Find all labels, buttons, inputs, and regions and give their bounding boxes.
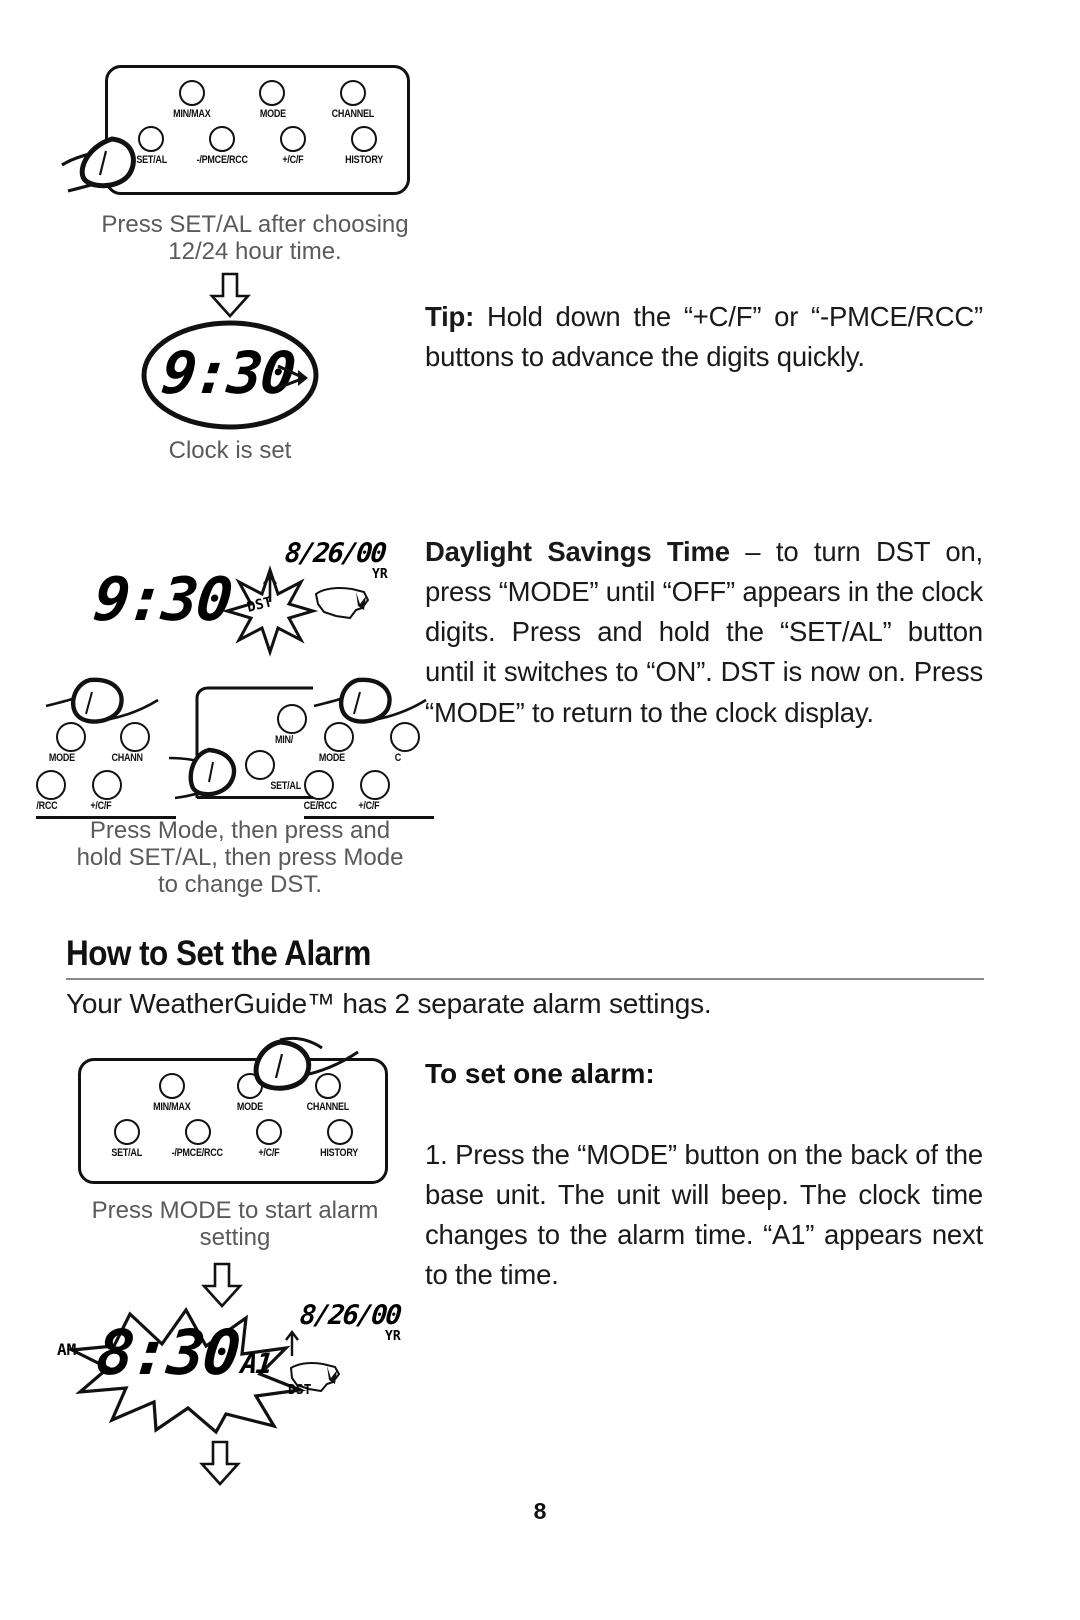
panel-button-label: SET/AL [111,1147,142,1159]
button-circle-icon [339,80,366,106]
button-circle-icon [279,126,306,152]
clock-set-display: 9:30 [140,320,320,430]
panel-button-label: MODE [259,108,286,120]
lcd-date: 8/26/00 [298,1300,402,1331]
alarm-step-text: Press the “MODE” button on the back of t… [425,1139,983,1291]
clock-is-set-caption: Clock is set [168,437,292,464]
alarm-step-paragraph: 1. Press the “MODE” button on the back o… [425,1135,983,1296]
alarm-button-panel: MIN/MAX MODE CHANNEL SET/AL -/PMCE/RCC +… [78,1036,388,1184]
lcd-date-unit: YR [385,1329,401,1344]
manual-page: MIN/MAX MODE CHANNEL SET/AL -/PMCE/RCC +… [0,0,1080,1620]
alarm-step-heading: To set one alarm: [425,1058,655,1089]
panel-button-label: +/C/F [90,800,112,812]
panel-button-mode[interactable]: MODE [242,80,302,120]
button-circle-icon [326,1119,353,1145]
caption-line: Press SET/AL after choosing [101,211,409,238]
panel-button-label: /RCC [36,800,58,812]
panel-button-channel[interactable]: CHANNEL [323,80,383,120]
dst-panel-middle: MIN/ SET/AL [168,684,313,800]
panel-button-setal[interactable]: SET/AL [91,1119,162,1159]
lcd-date-unit: YR [372,567,388,582]
button-circle-icon [184,1119,211,1145]
button-circle-icon [209,126,236,152]
alarm-step-number: 1. [425,1139,448,1170]
lcd-date: 8/26/00 [283,538,387,569]
panel-button-label: CE/RCC [303,800,337,812]
pointing-hand-icon [61,136,136,193]
antenna-signal-icon [277,364,308,390]
lcd-time: 8:30 [93,1316,243,1389]
button-circle-icon[interactable] [92,770,122,800]
caption-line: to change DST. [157,870,323,898]
tip-paragraph: Tip: Hold down the “+C/F” or “-PMCE/RCC”… [425,297,983,377]
tip-text: Hold down the “+C/F” or “-PMCE/RCC” butt… [425,301,983,373]
pointing-hand-icon [253,1036,359,1091]
panel-button-label: +/C/F [282,154,304,166]
panel-button-minmax[interactable]: MIN/MAX [162,80,222,120]
button-circle-icon[interactable] [304,770,334,800]
panel-button-label: MODE [318,752,345,764]
lcd-dst-label: DST [288,1383,312,1398]
panel-button-label: -/PMCE/RCC [196,154,248,166]
button-circle-icon[interactable] [277,704,307,734]
button-circle-icon[interactable] [360,770,390,800]
panel-button-label: CHANNEL [331,108,375,120]
lcd-meridiem: AM [57,1340,77,1359]
clock-set-button-panel: MIN/MAX MODE CHANNEL SET/AL -/PMCE/RCC +… [61,65,410,195]
panel-button-label: CHANN [111,752,143,764]
alarm-display: AM 8:30 A1 8/26/00 YR DST [45,1300,405,1435]
dst-starburst-icon [221,565,319,657]
button-circle-icon[interactable] [36,770,66,800]
caption-line: setting [199,1223,271,1251]
panel-button-label: C [394,752,402,764]
dst-caption: Press Mode, then press and hold SET/AL, … [60,817,420,899]
caption-line: Press Mode, then press and [89,817,391,844]
caption-line: Press MODE to start alarm [91,1197,379,1224]
button-circle-icon [259,80,286,106]
dst-button-panels: MODE CHANN /RCC +/C/F MIN/ SET/AL MODE C… [36,660,434,820]
panel-button-label: +/C/F [358,800,380,812]
button-circle-icon [159,1073,185,1099]
button-circle-icon [179,80,206,106]
usa-map-icon [314,587,370,620]
panel-button-pmcercc[interactable]: -/PMCE/RCC [187,126,258,166]
alarm-section-header: How to Set the Alarm Your WeatherGuide™ … [66,934,984,1020]
dst-paragraph: Daylight Savings Time – to turn DST on, … [425,532,983,733]
pointing-hand-icon [168,747,237,800]
button-circle-icon [350,126,377,152]
button-circle-icon [255,1119,282,1145]
caption-line: 12/24 hour time. [168,237,342,265]
down-arrow-icon [199,1440,241,1486]
panel-button-label: HISTORY [320,1147,359,1159]
panel-button-label: -/PMCE/RCC [171,1147,224,1159]
dst-heading: Daylight Savings Time [425,536,730,567]
panel-button-cf[interactable]: +/C/F [233,1119,304,1159]
lcd-alarm-tag: A1 [239,1347,273,1380]
panel-button-history[interactable]: HISTORY [304,1119,375,1159]
button-circle-icon [113,1119,140,1145]
alarm-panel-caption: Press MODE to start alarm setting [80,1197,390,1252]
panel-button-label: +/C/F [257,1147,280,1159]
lcd-time: 9:30 [90,565,235,635]
heading-divider [66,978,984,980]
panel-button-label: MIN/MAX [153,1101,191,1113]
pointing-hand-icon [45,677,159,724]
panel-button-history[interactable]: HISTORY [328,126,399,166]
panel-button-label: MIN/MAX [173,108,211,120]
page-title: How to Set the Alarm [66,934,371,973]
caption-line: hold SET/AL, then press Mode [76,843,404,871]
clock-set-caption: Press SET/AL after choosing 12/24 hour t… [80,211,430,266]
tip-label: Tip: [425,301,475,332]
dst-display: 9:30 DST 8/26/00 YR [80,538,410,657]
panel-button-label: MODE [48,752,75,764]
page-number: 8 [533,1498,547,1524]
panel-button-minmax[interactable]: MIN/MAX [143,1073,202,1113]
alarm-subhead: Your WeatherGuide™ has 2 separate alarm … [66,987,712,1019]
panel-button-label: HISTORY [344,154,383,166]
panel-button-pmcercc[interactable]: -/PMCE/RCC [162,1119,233,1159]
panel-button-cf[interactable]: +/C/F [258,126,329,166]
down-arrow-icon [209,272,251,318]
